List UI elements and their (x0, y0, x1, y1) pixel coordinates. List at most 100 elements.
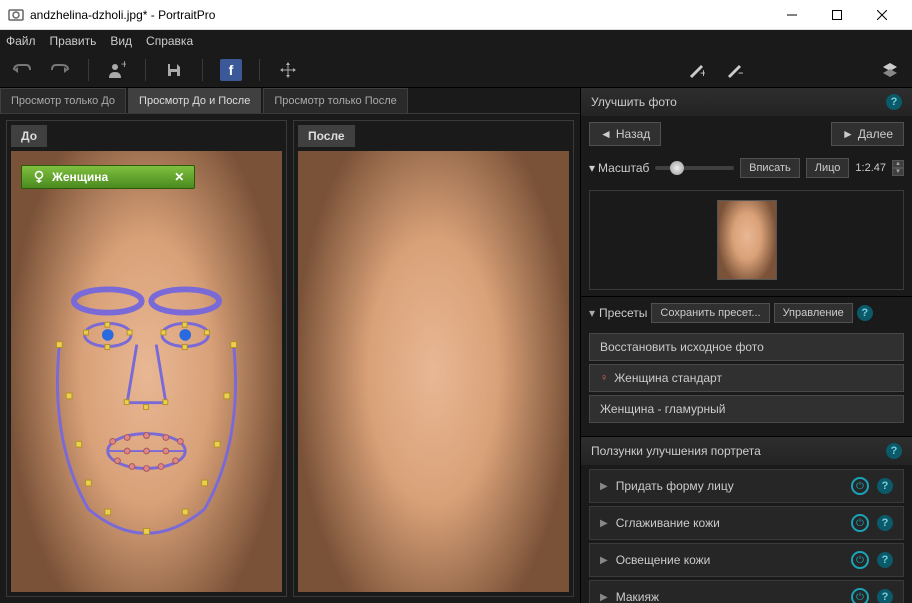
brush-add-button[interactable]: + (682, 56, 710, 84)
menu-view[interactable]: Вид (110, 34, 132, 48)
help-icon[interactable]: ? (877, 552, 893, 568)
help-icon[interactable]: ? (886, 94, 902, 110)
face-thumbnail[interactable] (717, 200, 777, 280)
next-label: Далее (858, 127, 893, 141)
next-button[interactable]: ► Далее (831, 122, 904, 146)
add-person-button[interactable]: + (103, 56, 131, 84)
close-icon[interactable]: ✕ (174, 170, 184, 184)
gender-tag[interactable]: Женщина ✕ (21, 165, 195, 189)
chevron-right-icon: ▶ (600, 555, 608, 566)
before-pane: До Женщина ✕ (6, 120, 287, 597)
help-icon[interactable]: ? (877, 478, 893, 494)
main-area: Просмотр только До Просмотр До и После П… (0, 88, 912, 603)
facebook-button[interactable]: f (217, 56, 245, 84)
power-icon[interactable]: ⏻ (851, 588, 869, 603)
presets-label: Пресеты (599, 306, 647, 320)
female-icon: ♀ (600, 372, 608, 384)
toolbar-separator (259, 59, 260, 81)
sliders-section: Ползунки улучшения портрета ? ▶ Придать … (581, 437, 912, 603)
after-label: После (298, 125, 355, 147)
preset-restore[interactable]: Восстановить исходное фото (589, 333, 904, 361)
improve-section: Улучшить фото ? ◄Назад ► Далее ▾Масштаб В… (581, 88, 912, 297)
svg-text:+: + (700, 66, 705, 79)
after-pane: После (293, 120, 574, 597)
pan-button[interactable] (274, 56, 302, 84)
help-icon[interactable]: ? (886, 443, 902, 459)
menu-help[interactable]: Справка (146, 34, 193, 48)
menubar: Файл Править Вид Справка (0, 30, 912, 52)
save-preset-button[interactable]: Сохранить пресет... (651, 303, 769, 323)
viewer: Просмотр только До Просмотр До и После П… (0, 88, 580, 603)
zoom-label[interactable]: ▾Масштаб (589, 161, 649, 175)
chevron-down-icon[interactable]: ▾ (589, 306, 595, 320)
save-button[interactable] (160, 56, 188, 84)
maximize-button[interactable] (814, 0, 859, 30)
face-mesh-overlay (11, 151, 282, 558)
sliders-header: Ползунки улучшения портрета ? (581, 437, 912, 465)
chevron-right-icon: ▶ (600, 518, 608, 529)
tab-before-only[interactable]: Просмотр только До (0, 88, 126, 113)
svg-text:+: + (121, 61, 126, 71)
female-icon (32, 170, 46, 184)
minimize-button[interactable] (769, 0, 814, 30)
power-icon[interactable]: ⏻ (851, 551, 869, 569)
app-icon (8, 7, 24, 23)
chevron-right-icon: ▶ (600, 481, 608, 492)
power-icon[interactable]: ⏻ (851, 514, 869, 532)
menu-file[interactable]: Файл (6, 34, 36, 48)
after-image[interactable] (298, 151, 569, 592)
fit-button[interactable]: Вписать (740, 158, 800, 178)
toolbar-separator (88, 59, 89, 81)
nav-row: ◄Назад ► Далее (581, 116, 912, 152)
help-icon[interactable]: ? (877, 589, 893, 603)
toolbar-separator (202, 59, 203, 81)
power-icon[interactable]: ⏻ (851, 477, 869, 495)
sliders-title: Ползунки улучшения портрета (591, 444, 761, 458)
tab-before-after[interactable]: Просмотр До и После (128, 88, 261, 113)
tab-after-only[interactable]: Просмотр только После (263, 88, 407, 113)
improve-title: Улучшить фото (591, 95, 677, 109)
improve-header: Улучшить фото ? (581, 88, 912, 116)
help-icon[interactable]: ? (857, 305, 873, 321)
preset-female-glamour[interactable]: Женщина - гламурный (589, 395, 904, 423)
preset-female-standard[interactable]: ♀Женщина стандарт (589, 364, 904, 392)
redo-button[interactable] (46, 56, 74, 84)
spin-up-icon[interactable]: ▴ (892, 160, 904, 168)
group-makeup[interactable]: ▶ Макияж ⏻ ? (589, 580, 904, 603)
svg-text:−: − (738, 66, 743, 79)
window-title: andzhelina-dzholi.jpg* - PortraitPro (30, 8, 769, 22)
manage-presets-button[interactable]: Управление (774, 303, 853, 323)
help-icon[interactable]: ? (877, 515, 893, 531)
menu-edit[interactable]: Править (50, 34, 97, 48)
zoom-knob[interactable] (670, 161, 684, 175)
gender-label: Женщина (52, 170, 108, 184)
spin-down-icon[interactable]: ▾ (892, 168, 904, 176)
face-photo (298, 151, 569, 592)
chevron-right-icon: ▶ (600, 592, 608, 603)
face-button[interactable]: Лицо (806, 158, 850, 178)
close-button[interactable] (859, 0, 904, 30)
brush-remove-button[interactable]: − (720, 56, 748, 84)
chevron-down-icon: ▾ (589, 161, 595, 175)
group-face-shape[interactable]: ▶ Придать форму лицу ⏻ ? (589, 469, 904, 503)
face-photo: Женщина ✕ (11, 151, 282, 592)
zoom-value: 1:2.47 (855, 162, 886, 174)
zoom-slider[interactable] (655, 166, 734, 170)
image-panes: До Женщина ✕ (0, 114, 580, 603)
undo-button[interactable] (8, 56, 36, 84)
zoom-row: ▾Масштаб Вписать Лицо 1:2.47 ▴▾ (581, 152, 912, 184)
zoom-spinner[interactable]: ▴▾ (892, 160, 904, 176)
before-image[interactable]: Женщина ✕ (11, 151, 282, 592)
side-panel: Улучшить фото ? ◄Назад ► Далее ▾Масштаб В… (580, 88, 912, 603)
presets-header: ▾ Пресеты Сохранить пресет... Управление… (581, 297, 912, 329)
view-tabs: Просмотр только До Просмотр До и После П… (0, 88, 580, 114)
group-skin-smoothing[interactable]: ▶ Сглаживание кожи ⏻ ? (589, 506, 904, 540)
thumbnail-strip[interactable] (589, 190, 904, 290)
layers-button[interactable] (876, 56, 904, 84)
group-skin-lighting[interactable]: ▶ Освещение кожи ⏻ ? (589, 543, 904, 577)
chevron-left-icon: ◄ (600, 127, 612, 141)
chevron-right-icon: ► (842, 127, 854, 141)
back-button[interactable]: ◄Назад (589, 122, 661, 146)
toolbar-separator (145, 59, 146, 81)
presets-section: ▾ Пресеты Сохранить пресет... Управление… (581, 297, 912, 437)
